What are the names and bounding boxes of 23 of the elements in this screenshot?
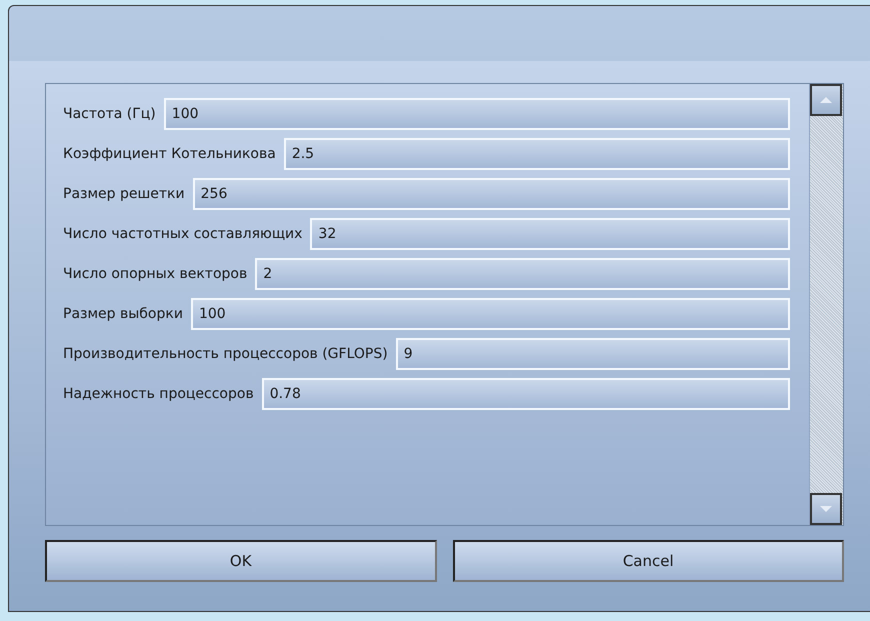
input-field[interactable]: 2.5 <box>284 138 790 170</box>
scrollbar[interactable] <box>809 84 843 525</box>
up-arrow-icon <box>820 97 832 103</box>
field-label: Размер выборки <box>63 304 183 324</box>
field-label: Надежность процессоров <box>63 384 254 404</box>
field-label: Частота (Гц) <box>63 104 156 124</box>
input-field[interactable]: 9 <box>396 338 790 370</box>
input-field[interactable]: 100 <box>190 298 790 330</box>
down-arrow-icon <box>820 506 832 512</box>
input-field[interactable]: 2 <box>255 258 790 290</box>
field-label: Число опорных векторов <box>63 264 248 284</box>
input-field[interactable]: 32 <box>310 218 790 250</box>
field-label: Производительность процессоров (GFLOPS) <box>63 344 388 364</box>
dialog-button[interactable]: OK <box>45 540 436 582</box>
input-field[interactable]: 256 <box>192 178 790 210</box>
field-label: Число частотных составляющих <box>63 224 302 244</box>
scroll-up-button[interactable] <box>810 84 842 116</box>
input-field[interactable]: 100 <box>164 98 790 130</box>
scroll-down-button[interactable] <box>810 493 842 525</box>
field-label: Размер решетки <box>63 184 185 204</box>
dialog-button[interactable]: Cancel <box>452 540 844 582</box>
field-label: Коэффициент Котельникова <box>63 144 276 164</box>
input-field[interactable]: 0.78 <box>262 378 790 410</box>
